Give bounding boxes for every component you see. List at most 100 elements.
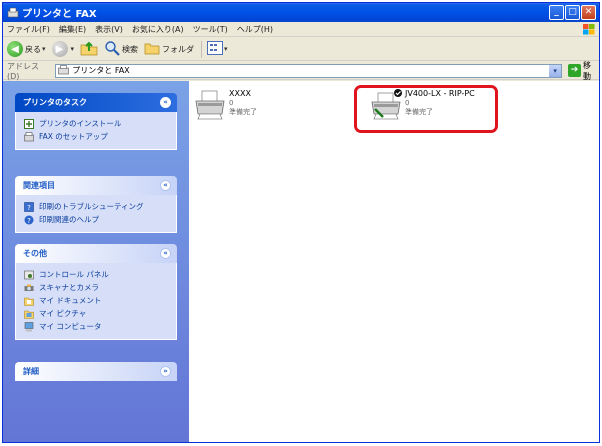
menu-file[interactable]: ファイル(F) [7, 24, 50, 35]
printer-fax-icon [7, 7, 19, 19]
printer-icon [193, 89, 227, 121]
related-body: ? 印刷のトラブルシューティング ? 印刷関連のヘルプ [15, 195, 177, 233]
minimize-button[interactable]: _ [549, 5, 564, 20]
task-label: マイ コンピュータ [39, 322, 102, 331]
task-print-help[interactable]: ? 印刷関連のヘルプ [24, 213, 168, 226]
svg-text:?: ? [27, 204, 31, 212]
my-pictures-icon [24, 309, 34, 319]
highlight-box [354, 85, 498, 133]
menu-help[interactable]: ヘルプ(H) [237, 24, 273, 35]
control-panel-icon [24, 270, 34, 280]
chevron-down-icon: ▾ [224, 45, 228, 53]
add-printer-icon [24, 118, 34, 129]
views-icon [207, 41, 224, 57]
chevron-down-icon[interactable]: ▾ [548, 64, 562, 77]
printer-jobs: 0 [229, 99, 234, 107]
back-button[interactable]: ◀ 戻る ▾ [7, 41, 46, 57]
task-label: 印刷のトラブルシューティング [39, 202, 144, 211]
maximize-button[interactable]: □ [565, 5, 580, 20]
collapse-icon[interactable]: « [160, 180, 171, 191]
menu-edit[interactable]: 編集(E) [59, 24, 86, 35]
printer-tasks-body: プリンタのインストール FAX のセットアップ [15, 112, 177, 150]
task-my-pictures[interactable]: マイ ピクチャ [24, 307, 168, 320]
related-title: 関連項目 [23, 181, 55, 190]
printer-tasks-panel: プリンタのタスク « プリンタのインストール FAX のセットアップ [15, 93, 177, 150]
task-my-documents[interactable]: マイ ドキュメント [24, 294, 168, 307]
chevron-down-icon: ▾ [42, 45, 46, 53]
folders-button[interactable]: フォルダ [144, 41, 194, 57]
menu-bar: ファイル(F) 編集(E) 表示(V) お気に入り(A) ツール(T) ヘルプ(… [3, 22, 599, 37]
other-places-body: コントロール パネル スキャナとカメラ マイ ドキュメント マイ ピクチャ マイ… [15, 263, 177, 340]
task-fax-setup[interactable]: FAX のセットアップ [24, 130, 168, 143]
close-button[interactable]: ✕ [581, 5, 596, 20]
task-scanners-cameras[interactable]: スキャナとカメラ [24, 281, 168, 294]
printer-status: 準備完了 [229, 108, 257, 116]
address-bar: アドレス(D) プリンタと FAX ▾ ➔ 移動 [3, 60, 599, 82]
other-places-title: その他 [23, 249, 47, 258]
menu-view[interactable]: 表示(V) [95, 24, 123, 35]
task-troubleshoot[interactable]: ? 印刷のトラブルシューティング [24, 200, 168, 213]
fax-icon [24, 131, 34, 142]
expand-icon[interactable]: » [160, 366, 171, 377]
search-label: 検索 [122, 44, 139, 54]
window-title: プリンタと FAX [22, 9, 97, 20]
task-label: 印刷関連のヘルプ [39, 215, 99, 224]
help-book-icon: ? [24, 201, 34, 212]
explorer-window: プリンタと FAX _ □ ✕ ファイル(F) 編集(E) 表示(V) お気に入… [2, 2, 600, 443]
printer-tasks-header[interactable]: プリンタのタスク « [15, 93, 177, 112]
my-computer-icon [24, 321, 34, 332]
windows-logo-icon [583, 24, 595, 35]
go-label: 移動 [583, 60, 592, 81]
address-value: プリンタと FAX [72, 66, 130, 75]
my-documents-icon [24, 296, 34, 306]
forward-arrow-icon: ▶ [51, 41, 68, 57]
details-header[interactable]: 詳細 » [15, 362, 177, 381]
help-icon: ? [24, 215, 34, 225]
printer-fax-icon [58, 64, 70, 77]
task-label: プリンタのインストール [39, 119, 122, 128]
go-arrow-icon: ➔ [568, 64, 582, 77]
task-control-panel[interactable]: コントロール パネル [24, 268, 168, 281]
related-header[interactable]: 関連項目 « [15, 176, 177, 195]
printer-name: XXXX [229, 89, 251, 98]
printer-list: XXXX 0 準備完了 JV400-LX - RIP-PC 0 準備完了 [189, 81, 599, 442]
back-arrow-icon: ◀ [7, 41, 23, 57]
svg-text:?: ? [27, 217, 31, 225]
task-pane: プリンタのタスク « プリンタのインストール FAX のセットアップ 関連項目 … [3, 81, 189, 442]
task-add-printer[interactable]: プリンタのインストール [24, 117, 168, 130]
views-button[interactable]: ▾ [207, 41, 228, 57]
task-label: スキャナとカメラ [39, 283, 99, 292]
content-area: プリンタのタスク « プリンタのインストール FAX のセットアップ 関連項目 … [3, 81, 599, 442]
address-input[interactable]: プリンタと FAX ▾ [55, 63, 563, 78]
details-title: 詳細 [23, 367, 39, 376]
collapse-icon[interactable]: « [160, 97, 171, 108]
folders-icon [144, 41, 160, 57]
task-my-computer[interactable]: マイ コンピュータ [24, 320, 168, 333]
printer-tasks-title: プリンタのタスク [23, 98, 87, 107]
menu-tools[interactable]: ツール(T) [193, 24, 228, 35]
task-label: マイ ドキュメント [39, 296, 102, 305]
other-places-panel: その他 « コントロール パネル スキャナとカメラ マイ ドキュメント マイ ピ… [15, 244, 177, 340]
menu-favorites[interactable]: お気に入り(A) [132, 24, 184, 35]
related-panel: 関連項目 « ? 印刷のトラブルシューティング ? 印刷関連のヘルプ [15, 176, 177, 233]
address-label: アドレス(D) [7, 61, 39, 81]
toolbar-separator [201, 40, 203, 58]
collapse-icon[interactable]: « [160, 248, 171, 259]
search-button[interactable]: 検索 [104, 40, 138, 58]
details-panel: 詳細 » [15, 362, 177, 381]
up-folder-button[interactable] [80, 40, 98, 58]
standard-toolbar: ◀ 戻る ▾ ▶ ▾ 検索 フォルダ ▾ [3, 38, 599, 61]
forward-button[interactable]: ▶ ▾ [51, 41, 75, 57]
title-bar[interactable]: プリンタと FAX _ □ ✕ [3, 3, 599, 22]
other-places-header[interactable]: その他 « [15, 244, 177, 263]
up-folder-icon [80, 40, 98, 58]
printer-item-xxxx[interactable]: XXXX 0 準備完了 [193, 89, 257, 121]
task-label: マイ ピクチャ [39, 309, 87, 318]
window-controls: _ □ ✕ [549, 5, 596, 20]
chevron-down-icon: ▾ [70, 45, 75, 53]
camera-icon [24, 283, 34, 293]
task-label: コントロール パネル [39, 270, 109, 279]
go-button[interactable]: ➔ 移動 [568, 60, 599, 82]
search-icon [104, 40, 120, 58]
task-label: FAX のセットアップ [39, 132, 108, 141]
